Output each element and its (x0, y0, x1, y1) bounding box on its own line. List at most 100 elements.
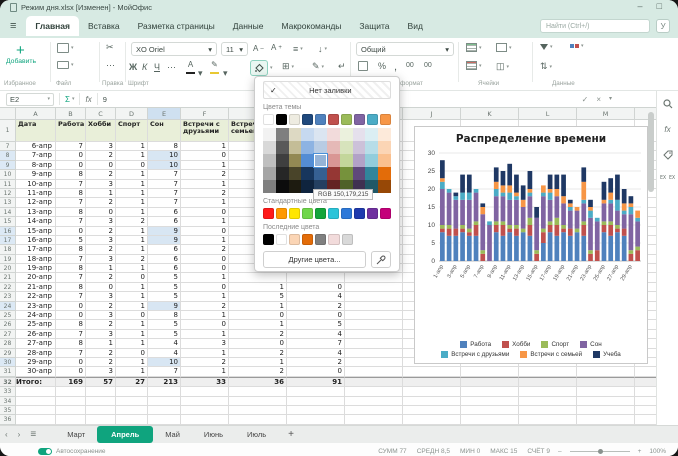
value-cell[interactable]: 2 (229, 367, 287, 376)
theme-color-swatch[interactable] (367, 114, 378, 125)
theme-color-swatch[interactable] (380, 114, 391, 125)
empty-cell[interactable] (229, 397, 287, 406)
maximize-button[interactable]: □ (657, 1, 662, 11)
sheet-tab-Июль[interactable]: Июль (235, 426, 278, 443)
value-cell[interactable]: 7 (56, 292, 86, 301)
value-cell[interactable]: 1 (116, 170, 148, 179)
empty-cell[interactable] (86, 387, 116, 396)
save-button[interactable]: ▾ (57, 43, 74, 53)
value-cell[interactable]: 1 (181, 273, 229, 282)
empty-cell[interactable] (461, 387, 519, 396)
empty-cell[interactable] (56, 397, 86, 406)
tint-color-swatch[interactable] (365, 154, 378, 167)
value-cell[interactable]: 0 (56, 161, 86, 170)
empty-cell[interactable] (229, 387, 287, 396)
value-cell[interactable]: 7 (148, 170, 181, 179)
value-cell[interactable]: 2 (86, 358, 116, 367)
value-cell[interactable]: 5 (148, 320, 181, 329)
value-cell[interactable]: 3 (86, 142, 116, 151)
legend-item[interactable]: Хобби (502, 341, 530, 348)
print-button[interactable]: ▾ (57, 61, 74, 69)
empty-cell[interactable] (345, 302, 403, 311)
value-cell[interactable] (229, 273, 287, 282)
confirm-entry-icon[interactable]: ✓ (582, 95, 589, 104)
value-cell[interactable]: 5 (229, 292, 287, 301)
more-edit-button[interactable]: ⋯ (106, 60, 115, 71)
menu-tab-Вид[interactable]: Вид (399, 16, 432, 36)
empty-cell[interactable] (345, 397, 403, 406)
add-icon[interactable]: + (16, 42, 25, 59)
value-cell[interactable]: 0 (181, 151, 229, 160)
column-header-K[interactable]: K (461, 108, 519, 120)
empty-cell[interactable] (56, 406, 86, 415)
value-cell[interactable]: 1 (116, 151, 148, 160)
recent-color-swatch[interactable] (342, 234, 353, 245)
value-cell[interactable]: 2 (86, 302, 116, 311)
row-number[interactable]: 15 (0, 217, 16, 226)
standard-color-swatch[interactable] (380, 208, 391, 219)
recent-color-swatch[interactable] (276, 234, 287, 245)
value-cell[interactable]: 7 (56, 217, 86, 226)
theme-color-swatch[interactable] (354, 114, 365, 125)
row-number[interactable]: 8 (0, 151, 16, 160)
empty-cell[interactable] (345, 415, 403, 424)
value-cell[interactable]: 2 (116, 217, 148, 226)
empty-cell[interactable] (461, 377, 519, 388)
value-cell[interactable]: 0 (181, 264, 229, 273)
value-cell[interactable]: 1 (116, 227, 148, 236)
empty-cell[interactable] (345, 273, 403, 282)
empty-cell[interactable] (577, 367, 635, 376)
row-number[interactable]: 32 (0, 377, 16, 388)
value-cell[interactable]: 0 (56, 151, 86, 160)
empty-cell[interactable] (403, 415, 461, 424)
recent-color-swatch[interactable] (302, 234, 313, 245)
menu-burger-icon[interactable]: ≡ (10, 20, 16, 32)
value-cell[interactable]: 4 (287, 330, 345, 339)
value-cell[interactable]: 0 (229, 311, 287, 320)
value-cell[interactable]: 3 (86, 330, 116, 339)
tint-color-swatch[interactable] (263, 167, 276, 180)
value-cell[interactable]: 2 (86, 320, 116, 329)
sheet-tab-Апрель[interactable]: Апрель (97, 426, 153, 443)
row-number[interactable]: 24 (0, 302, 16, 311)
value-cell[interactable]: 2 (287, 302, 345, 311)
date-cell[interactable]: 17-апр (16, 245, 56, 254)
chart-panel[interactable]: Распределение времени 0510152025301-апр3… (414, 126, 648, 364)
standard-color-swatch[interactable] (354, 208, 365, 219)
value-cell[interactable]: 2 (181, 189, 229, 198)
value-cell[interactable]: 2 (116, 255, 148, 264)
date-cell[interactable]: 9-апр (16, 170, 56, 179)
date-cell[interactable]: 13-апр (16, 208, 56, 217)
value-cell[interactable]: 1 (181, 349, 229, 358)
tint-color-swatch[interactable] (353, 167, 366, 180)
empty-cell[interactable] (56, 415, 86, 424)
empty-cell[interactable] (403, 377, 461, 388)
vertical-scrollbar[interactable] (648, 112, 654, 192)
tint-color-swatch[interactable] (276, 141, 289, 154)
value-cell[interactable]: 5 (287, 320, 345, 329)
date-cell[interactable]: 22-апр (16, 292, 56, 301)
sheet-tab-Июнь[interactable]: Июнь (192, 426, 235, 443)
value-cell[interactable]: 7 (287, 339, 345, 348)
standard-color-swatch[interactable] (367, 208, 378, 219)
row-number[interactable]: 29 (0, 349, 16, 358)
value-cell[interactable]: 2 (86, 349, 116, 358)
number-format-select[interactable]: Общий▾ (356, 42, 454, 56)
standard-color-swatch[interactable] (328, 208, 339, 219)
date-cell[interactable]: 29-апр (16, 358, 56, 367)
tint-color-swatch[interactable] (327, 154, 340, 167)
value-cell[interactable]: 2 (86, 198, 116, 207)
column-header-C[interactable]: C (86, 108, 116, 120)
value-cell[interactable]: 1 (116, 358, 148, 367)
empty-cell[interactable] (577, 387, 635, 396)
value-cell[interactable]: 9 (148, 227, 181, 236)
empty-cell[interactable] (519, 397, 577, 406)
empty-cell[interactable] (345, 387, 403, 396)
value-cell[interactable]: 0 (181, 283, 229, 292)
empty-cell[interactable] (403, 406, 461, 415)
empty-cell[interactable] (56, 387, 86, 396)
empty-cell[interactable] (16, 415, 56, 424)
tint-color-swatch[interactable] (378, 167, 391, 180)
increase-decimal-button[interactable]: 00 (424, 62, 432, 69)
value-cell[interactable]: 6 (148, 208, 181, 217)
